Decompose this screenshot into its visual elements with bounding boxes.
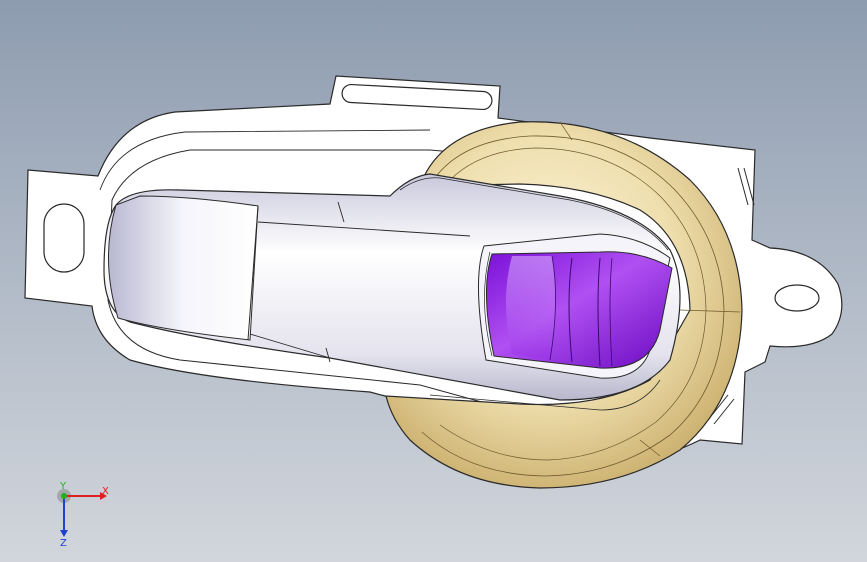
triad-y-axis xyxy=(61,493,67,499)
model-render[interactable] xyxy=(0,0,867,562)
bracket-right-hole xyxy=(774,284,820,312)
bracket-left-slot xyxy=(43,203,85,273)
cad-viewport[interactable]: X Y Z xyxy=(0,0,867,562)
triad-z-arrow xyxy=(60,530,68,537)
triad-y-label: Y xyxy=(59,481,67,492)
release-button[interactable] xyxy=(485,251,673,369)
triad-z-label: Z xyxy=(60,538,67,549)
orientation-triad: X Y Z xyxy=(57,481,109,549)
triad-x-label: X xyxy=(102,486,109,497)
